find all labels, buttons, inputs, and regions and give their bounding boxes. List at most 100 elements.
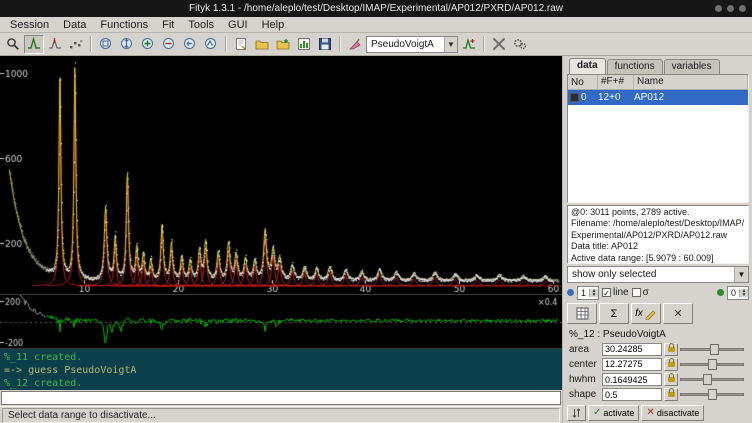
function-type-value: PseudoVoigtA xyxy=(371,39,434,50)
dataset-no: 0 xyxy=(581,92,587,103)
shift-color-icon[interactable] xyxy=(717,289,724,296)
data-table-button[interactable] xyxy=(567,303,597,324)
info-line: Data title: AP012 xyxy=(571,241,745,253)
info-line: @0: 3011 points, 2789 active. xyxy=(571,207,745,219)
window-title: Fityk 1.3.1 - /home/aleplo/test/Desktop/… xyxy=(189,3,563,14)
param-hwhm-slider[interactable] xyxy=(680,373,744,386)
checkbox-checked-icon[interactable]: ✓ xyxy=(602,288,611,297)
range-action-row: ✓activate ✕disactivate xyxy=(567,405,749,421)
param-shape-input[interactable] xyxy=(602,388,662,401)
param-area-slider[interactable] xyxy=(680,343,744,356)
save-session-button[interactable] xyxy=(315,35,335,54)
console-line: =-> guess PseudoVoigtA xyxy=(4,364,558,377)
zoom-out-button[interactable] xyxy=(159,35,179,54)
titlebar[interactable]: Fityk 1.3.1 - /home/aleplo/test/Desktop/… xyxy=(0,0,752,17)
sum-button[interactable]: Σ xyxy=(599,303,629,324)
point-size-stepper[interactable]: 1▲▼ xyxy=(577,286,599,300)
param-name: center xyxy=(567,359,600,370)
zoom-previous-button[interactable] xyxy=(180,35,200,54)
menu-help[interactable]: Help xyxy=(256,18,291,32)
exec-script-button[interactable] xyxy=(231,35,251,54)
lock-icon-button[interactable] xyxy=(664,358,678,371)
menu-functions[interactable]: Functions xyxy=(94,18,154,32)
activate-button[interactable]: ✓activate xyxy=(588,405,639,421)
dataset-row[interactable]: 0 12+0 AP012 xyxy=(568,90,748,105)
param-center-input[interactable] xyxy=(602,358,662,371)
zoom-vertical-button[interactable] xyxy=(117,35,137,54)
shift-value: 0 xyxy=(728,288,739,298)
tab-functions[interactable]: functions xyxy=(607,59,663,74)
auto-add-peak-button[interactable] xyxy=(459,35,479,54)
main-plot-canvas[interactable] xyxy=(0,56,562,294)
info-line: Active data range: [5.9079 : 60.009] xyxy=(571,253,745,264)
clear-button[interactable] xyxy=(345,35,365,54)
edit-function-button[interactable]: fx xyxy=(631,303,661,324)
lock-icon xyxy=(668,392,675,397)
line-toggle[interactable]: ✓line xyxy=(602,287,629,298)
minimize-icon xyxy=(715,5,722,12)
column-no[interactable]: No xyxy=(568,75,598,89)
display-controls: 1▲▼ ✓line σ 0▲▼ xyxy=(567,285,749,301)
load-data-button[interactable] xyxy=(273,35,293,54)
settings-button[interactable] xyxy=(489,35,509,54)
lock-icon-button[interactable] xyxy=(664,388,678,401)
param-shape-slider[interactable] xyxy=(680,388,744,401)
add-peak-mode-button[interactable] xyxy=(24,35,44,54)
filter-dropdown[interactable]: show only selected ▼ xyxy=(567,266,749,283)
checkbox-unchecked-icon[interactable] xyxy=(632,288,641,297)
window-controls[interactable] xyxy=(715,5,746,12)
zoom-all-button[interactable] xyxy=(96,35,116,54)
dataset-list-header: No #F+# Name xyxy=(568,75,748,90)
sigma-toggle[interactable]: σ xyxy=(632,287,649,298)
disactivate-button[interactable]: ✕disactivate xyxy=(641,405,704,421)
menu-data[interactable]: Data xyxy=(57,18,92,32)
selected-function-label: %_12 : PseudoVoigtA xyxy=(567,328,749,341)
disactivate-label: disactivate xyxy=(657,408,700,418)
menu-tools[interactable]: Tools xyxy=(182,18,220,32)
zoom-mode-button[interactable] xyxy=(3,35,23,54)
quick-plot-button[interactable] xyxy=(294,35,314,54)
swap-range-button[interactable] xyxy=(567,405,586,421)
lock-icon xyxy=(668,347,675,352)
column-name[interactable]: Name xyxy=(634,75,748,89)
activate-label: activate xyxy=(603,408,634,418)
dataset-checkbox[interactable] xyxy=(570,93,579,102)
aux-plot-canvas[interactable] xyxy=(0,295,562,348)
zoom-auto-button[interactable] xyxy=(201,35,221,54)
param-row-hwhm: hwhm xyxy=(567,373,749,387)
tab-variables[interactable]: variables xyxy=(664,59,720,74)
activate-data-mode-button[interactable] xyxy=(66,35,86,54)
toolbar-separator xyxy=(90,36,92,52)
command-input[interactable] xyxy=(1,391,561,405)
lock-icon-button[interactable] xyxy=(664,373,678,386)
info-line: Filename: /home/aleplo/test/Desktop/IMAP… xyxy=(571,218,745,230)
delete-button[interactable]: ✕ xyxy=(663,303,693,324)
menu-session[interactable]: Session xyxy=(4,18,55,32)
menu-fit[interactable]: Fit xyxy=(156,18,180,32)
column-f[interactable]: #F+# xyxy=(598,75,634,89)
drag-peak-mode-button[interactable] xyxy=(45,35,65,54)
output-console[interactable]: %_11 created. =-> guess PseudoVoigtA %_1… xyxy=(0,348,562,390)
close-icon: ✕ xyxy=(673,307,682,320)
function-type-combobox[interactable]: PseudoVoigtA ▼ xyxy=(366,36,458,53)
fit-run-button[interactable] xyxy=(510,35,530,54)
sigma-toggle-label: σ xyxy=(643,287,649,298)
param-row-shape: shape xyxy=(567,388,749,402)
param-area-input[interactable] xyxy=(602,343,662,356)
lock-icon-button[interactable] xyxy=(664,343,678,356)
chevron-down-icon[interactable]: ▼ xyxy=(444,37,457,52)
param-hwhm-input[interactable] xyxy=(602,373,662,386)
point-color-icon[interactable] xyxy=(567,289,574,296)
toolbar-separator xyxy=(339,36,341,52)
param-center-slider[interactable] xyxy=(680,358,744,371)
chevron-down-icon[interactable]: ▼ xyxy=(734,267,748,282)
menubar: Session Data Functions Fit Tools GUI Hel… xyxy=(0,17,752,33)
dataset-list: No #F+# Name 0 12+0 AP012 xyxy=(567,74,749,203)
lock-icon xyxy=(668,377,675,382)
shift-stepper[interactable]: 0▲▼ xyxy=(727,286,749,300)
lock-icon xyxy=(668,362,675,367)
menu-gui[interactable]: GUI xyxy=(222,18,254,32)
zoom-in-button[interactable] xyxy=(138,35,158,54)
tab-data[interactable]: data xyxy=(569,58,606,74)
open-session-button[interactable] xyxy=(252,35,272,54)
